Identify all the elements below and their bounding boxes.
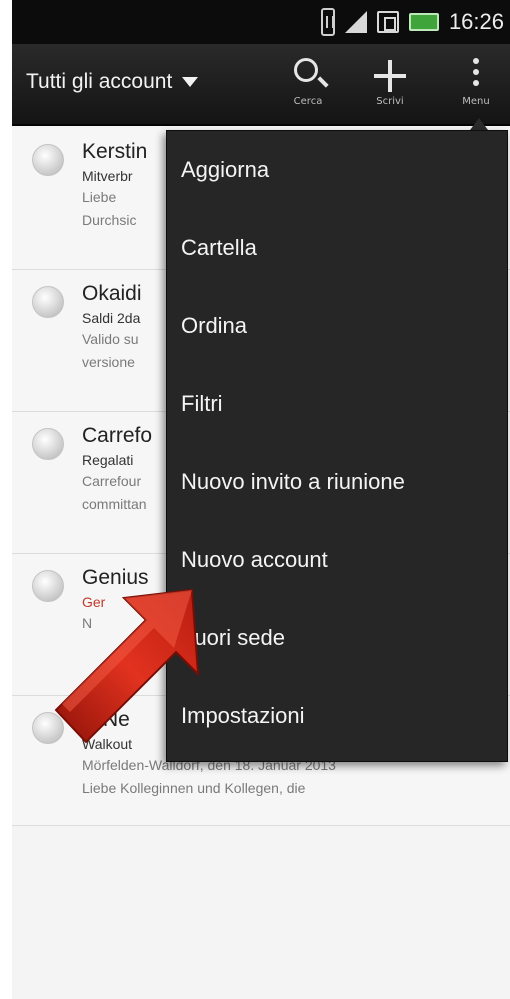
nfc-icon <box>320 8 335 36</box>
avatar <box>32 428 64 460</box>
status-bar: 16:26 <box>12 0 510 44</box>
search-button-label: Cerca <box>293 96 323 107</box>
compose-button-label: Scrivi <box>376 96 404 107</box>
status-clock: 16:26 <box>448 9 504 34</box>
avatar <box>32 144 64 176</box>
wifi-icon <box>376 11 399 33</box>
plus-icon <box>374 60 406 92</box>
menu-button[interactable]: Menu <box>446 54 506 120</box>
menu-item-fuori-sede[interactable]: Fuori sede <box>167 599 507 677</box>
menu-item-aggiorna[interactable]: Aggiorna <box>167 131 507 209</box>
overflow-menu-icon <box>473 58 479 92</box>
menu-item-filtri[interactable]: Filtri <box>167 365 507 443</box>
menu-item-nuovo-invito[interactable]: Nuovo invito a riunione <box>167 443 507 521</box>
mail-preview-line: Liebe Kolleginnen und Kollegen, die <box>82 780 306 796</box>
menu-pointer <box>470 118 488 130</box>
action-bar: Tutti gli account Cerca Scrivi Menu <box>12 44 510 126</box>
menu-item-ordina[interactable]: Ordina <box>167 287 507 365</box>
menu-item-nuovo-account[interactable]: Nuovo account <box>167 521 507 599</box>
search-button[interactable]: Cerca <box>278 54 338 120</box>
phone-screen: 16:26 Tutti gli account Cerca Scrivi Men… <box>12 0 510 999</box>
avatar <box>32 286 64 318</box>
compose-button[interactable]: Scrivi <box>360 54 420 120</box>
menu-button-label: Menu <box>462 96 490 107</box>
menu-item-impostazioni[interactable]: Impostazioni <box>167 677 507 755</box>
caret-down-icon <box>182 77 199 87</box>
status-icons: 16:26 <box>320 6 504 38</box>
menu-item-cartella[interactable]: Cartella <box>167 209 507 287</box>
account-selector[interactable]: Tutti gli account <box>26 70 199 94</box>
battery-icon <box>408 13 439 31</box>
highlight-arrow-icon <box>54 588 200 744</box>
account-selector-label: Tutti gli account <box>26 70 173 93</box>
signal-icon <box>344 11 367 33</box>
search-icon <box>294 58 318 82</box>
overflow-menu: Aggiorna Cartella Ordina Filtri Nuovo in… <box>166 130 508 762</box>
